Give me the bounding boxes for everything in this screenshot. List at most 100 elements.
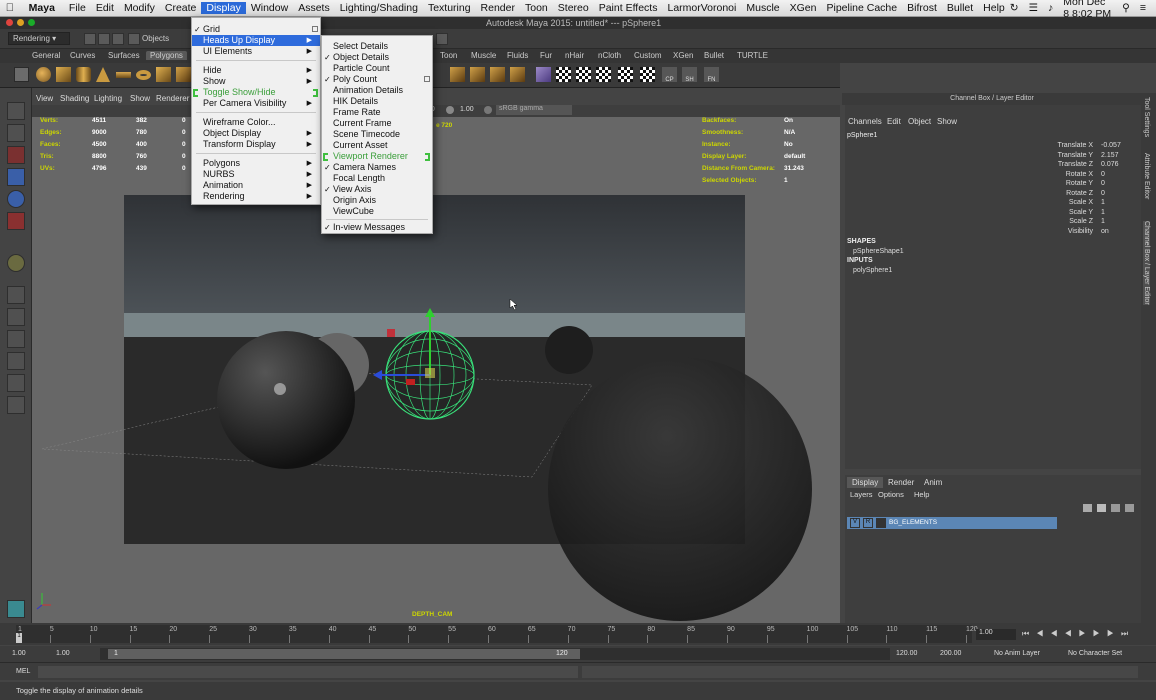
menu-window[interactable]: Window <box>246 2 293 14</box>
four-view-layout-icon[interactable] <box>7 308 25 326</box>
current-frame-field[interactable]: 1.00 <box>976 629 1016 640</box>
menu-stereo[interactable]: Stereo <box>553 2 594 14</box>
checker-icon-4[interactable] <box>618 67 633 82</box>
menu-display[interactable]: Display <box>201 2 246 14</box>
checker-icon-5[interactable] <box>640 67 655 82</box>
cp-shelf-button[interactable]: CP <box>662 67 677 83</box>
menu-file[interactable]: File <box>64 2 91 14</box>
anim-layer-dropdown[interactable]: No Anim Layer <box>994 650 1040 657</box>
smooth-icon[interactable] <box>510 67 525 82</box>
hud-item-object-details[interactable]: ✓ Object Details <box>322 52 432 63</box>
hud-item-current-asset[interactable]: Current Asset <box>322 140 432 151</box>
shelf-options-icon[interactable] <box>14 67 29 82</box>
poly-cone-icon[interactable] <box>96 67 110 82</box>
anim-end-time[interactable]: 200.00 <box>940 650 961 657</box>
menu-bifrost[interactable]: Bifrost <box>902 2 942 14</box>
display-menu-animation[interactable]: Animation ▶ <box>192 180 320 191</box>
display-menu-transform-display[interactable]: Transform Display ▶ <box>192 139 320 150</box>
shelf-tab-general[interactable]: General <box>32 51 60 60</box>
layer-tab-display[interactable]: Display <box>847 477 884 488</box>
character-set-dropdown[interactable]: No Character Set <box>1068 650 1122 657</box>
poly-count-options-box-icon[interactable] <box>424 76 430 82</box>
playback-controls[interactable]: ⏮◀◀◀▶▶▶⏭ <box>1022 629 1135 639</box>
attr-scale-x-value[interactable]: 1 <box>1101 199 1105 206</box>
display-menu-heads-up-display[interactable]: Heads Up Display ▶ <box>192 35 320 46</box>
side-tab-channel-box[interactable]: Channel Box / Layer Editor <box>1143 221 1150 305</box>
menu-paint-effects[interactable]: Paint Effects <box>594 2 663 14</box>
layer-name[interactable]: BG_ELEMENTS <box>889 519 937 526</box>
attr-translate-x-value[interactable]: -0.057 <box>1101 142 1121 149</box>
hud-item-in-view-messages[interactable]: ✓ In-view Messages <box>322 222 432 233</box>
attr-visibility-value[interactable]: on <box>1101 228 1109 235</box>
shelf-tab-bullet[interactable]: Bullet <box>704 51 724 60</box>
separate-icon[interactable] <box>470 67 485 82</box>
time-slider-ticks[interactable]: 1 5 10 15 20 25 30 35 40 45 50 55 60 65 70 75 80 85 90 95 10… <box>16 625 978 643</box>
panel-menu-show[interactable]: Show <box>130 94 150 103</box>
color-management-icon[interactable] <box>484 106 492 114</box>
display-menu-rendering[interactable]: Rendering ▶ <box>192 191 320 202</box>
app-menu[interactable]: Maya <box>20 2 64 14</box>
apple-icon[interactable]:  <box>0 2 20 14</box>
volume-icon[interactable]: ♪ <box>1048 2 1053 14</box>
shelf-tab-fluids[interactable]: Fluids <box>507 51 528 60</box>
attr-rotate-z-value[interactable]: 0 <box>1101 190 1105 197</box>
cb-shape-node[interactable]: pSphereShape1 <box>853 248 904 255</box>
hud-item-frame-rate[interactable]: Frame Rate <box>322 107 432 118</box>
menu-help[interactable]: Help <box>978 2 1010 14</box>
display-menu-show[interactable]: Show ▶ <box>192 76 320 87</box>
panel-menu-renderer[interactable]: Renderer <box>156 94 189 103</box>
layer-menu-help[interactable]: Help <box>914 490 929 499</box>
display-menu-toggle-show-hide[interactable]: Toggle Show/Hide <box>192 87 320 98</box>
cb-node-name[interactable]: pSphere1 <box>847 132 877 139</box>
poly-cylinder-icon[interactable] <box>76 67 91 82</box>
display-menu-wireframe-color[interactable]: Wireframe Color... <box>192 117 320 128</box>
sh-shelf-button[interactable]: SH <box>682 67 697 83</box>
menu-edit[interactable]: Edit <box>91 2 119 14</box>
save-scene-icon[interactable] <box>112 33 124 45</box>
hud-item-origin-axis[interactable]: Origin Axis <box>322 195 432 206</box>
shelf-tab-custom[interactable]: Custom <box>634 51 662 60</box>
panel-menu-shading[interactable]: Shading <box>60 94 89 103</box>
time-machine-icon[interactable]: ↻ <box>1010 2 1019 14</box>
side-tab-attribute-editor[interactable]: Attribute Editor <box>1143 153 1150 199</box>
selection-mask-icon[interactable] <box>128 33 140 45</box>
layer-color-swatch[interactable] <box>876 518 886 528</box>
menu-pipeline-cache[interactable]: Pipeline Cache <box>821 2 902 14</box>
spotlight-icon[interactable]: ⚲ <box>1122 2 1130 14</box>
menu-modify[interactable]: Modify <box>119 2 160 14</box>
viewport[interactable]: Verts: 4511 382 0 Edges: 9000 780 0 Face… <box>32 117 840 623</box>
poly-cube-icon[interactable] <box>56 67 71 82</box>
mel-input[interactable] <box>38 666 578 678</box>
viewcube-home-icon[interactable] <box>7 600 25 618</box>
layer-menu-options[interactable]: Options <box>878 490 904 499</box>
selection-mode-label[interactable]: Objects <box>142 34 169 43</box>
layer-reference-toggle[interactable]: R <box>863 518 873 528</box>
shelf-tab-nhair[interactable]: nHair <box>565 51 584 60</box>
poly-pyramid-icon[interactable] <box>176 67 191 82</box>
menuset-dropdown[interactable]: Rendering ▾ <box>8 32 70 45</box>
hud-item-viewcube[interactable]: ViewCube <box>322 206 432 217</box>
scale-tool-icon[interactable] <box>7 212 25 230</box>
shelf-tab-fur[interactable]: Fur <box>540 51 552 60</box>
attr-scale-z-value[interactable]: 1 <box>1101 218 1105 225</box>
shelf-tab-surfaces[interactable]: Surfaces <box>108 51 140 60</box>
attr-translate-z-value[interactable]: 0.076 <box>1101 161 1119 168</box>
menu-lighting-shading[interactable]: Lighting/Shading <box>335 2 423 14</box>
start-time[interactable]: 1.00 <box>12 650 26 657</box>
panel-menu-lighting[interactable]: Lighting <box>94 94 122 103</box>
layer-visibility-toggle[interactable]: V <box>850 518 860 528</box>
poly-torus-icon[interactable] <box>136 70 151 80</box>
menu-muscle[interactable]: Muscle <box>741 2 784 14</box>
checker-icon-2[interactable] <box>576 67 591 82</box>
layer-tab-render[interactable]: Render <box>883 477 919 488</box>
shelf-tab-toon[interactable]: Toon <box>440 51 457 60</box>
cb-menu-object[interactable]: Object <box>908 117 931 126</box>
hud-item-focal-length[interactable]: Focal Length <box>322 173 432 184</box>
anim-start-time[interactable]: 1.00 <box>56 650 70 657</box>
checker-icon-3[interactable] <box>596 67 611 82</box>
hud-item-particle-count[interactable]: Particle Count <box>322 63 432 74</box>
gamma-toggle-icon[interactable] <box>446 106 454 114</box>
current-time-indicator[interactable]: 1 <box>16 633 22 643</box>
menu-render[interactable]: Render <box>476 2 520 14</box>
hud-item-view-axis[interactable]: ✓ View Axis <box>322 184 432 195</box>
